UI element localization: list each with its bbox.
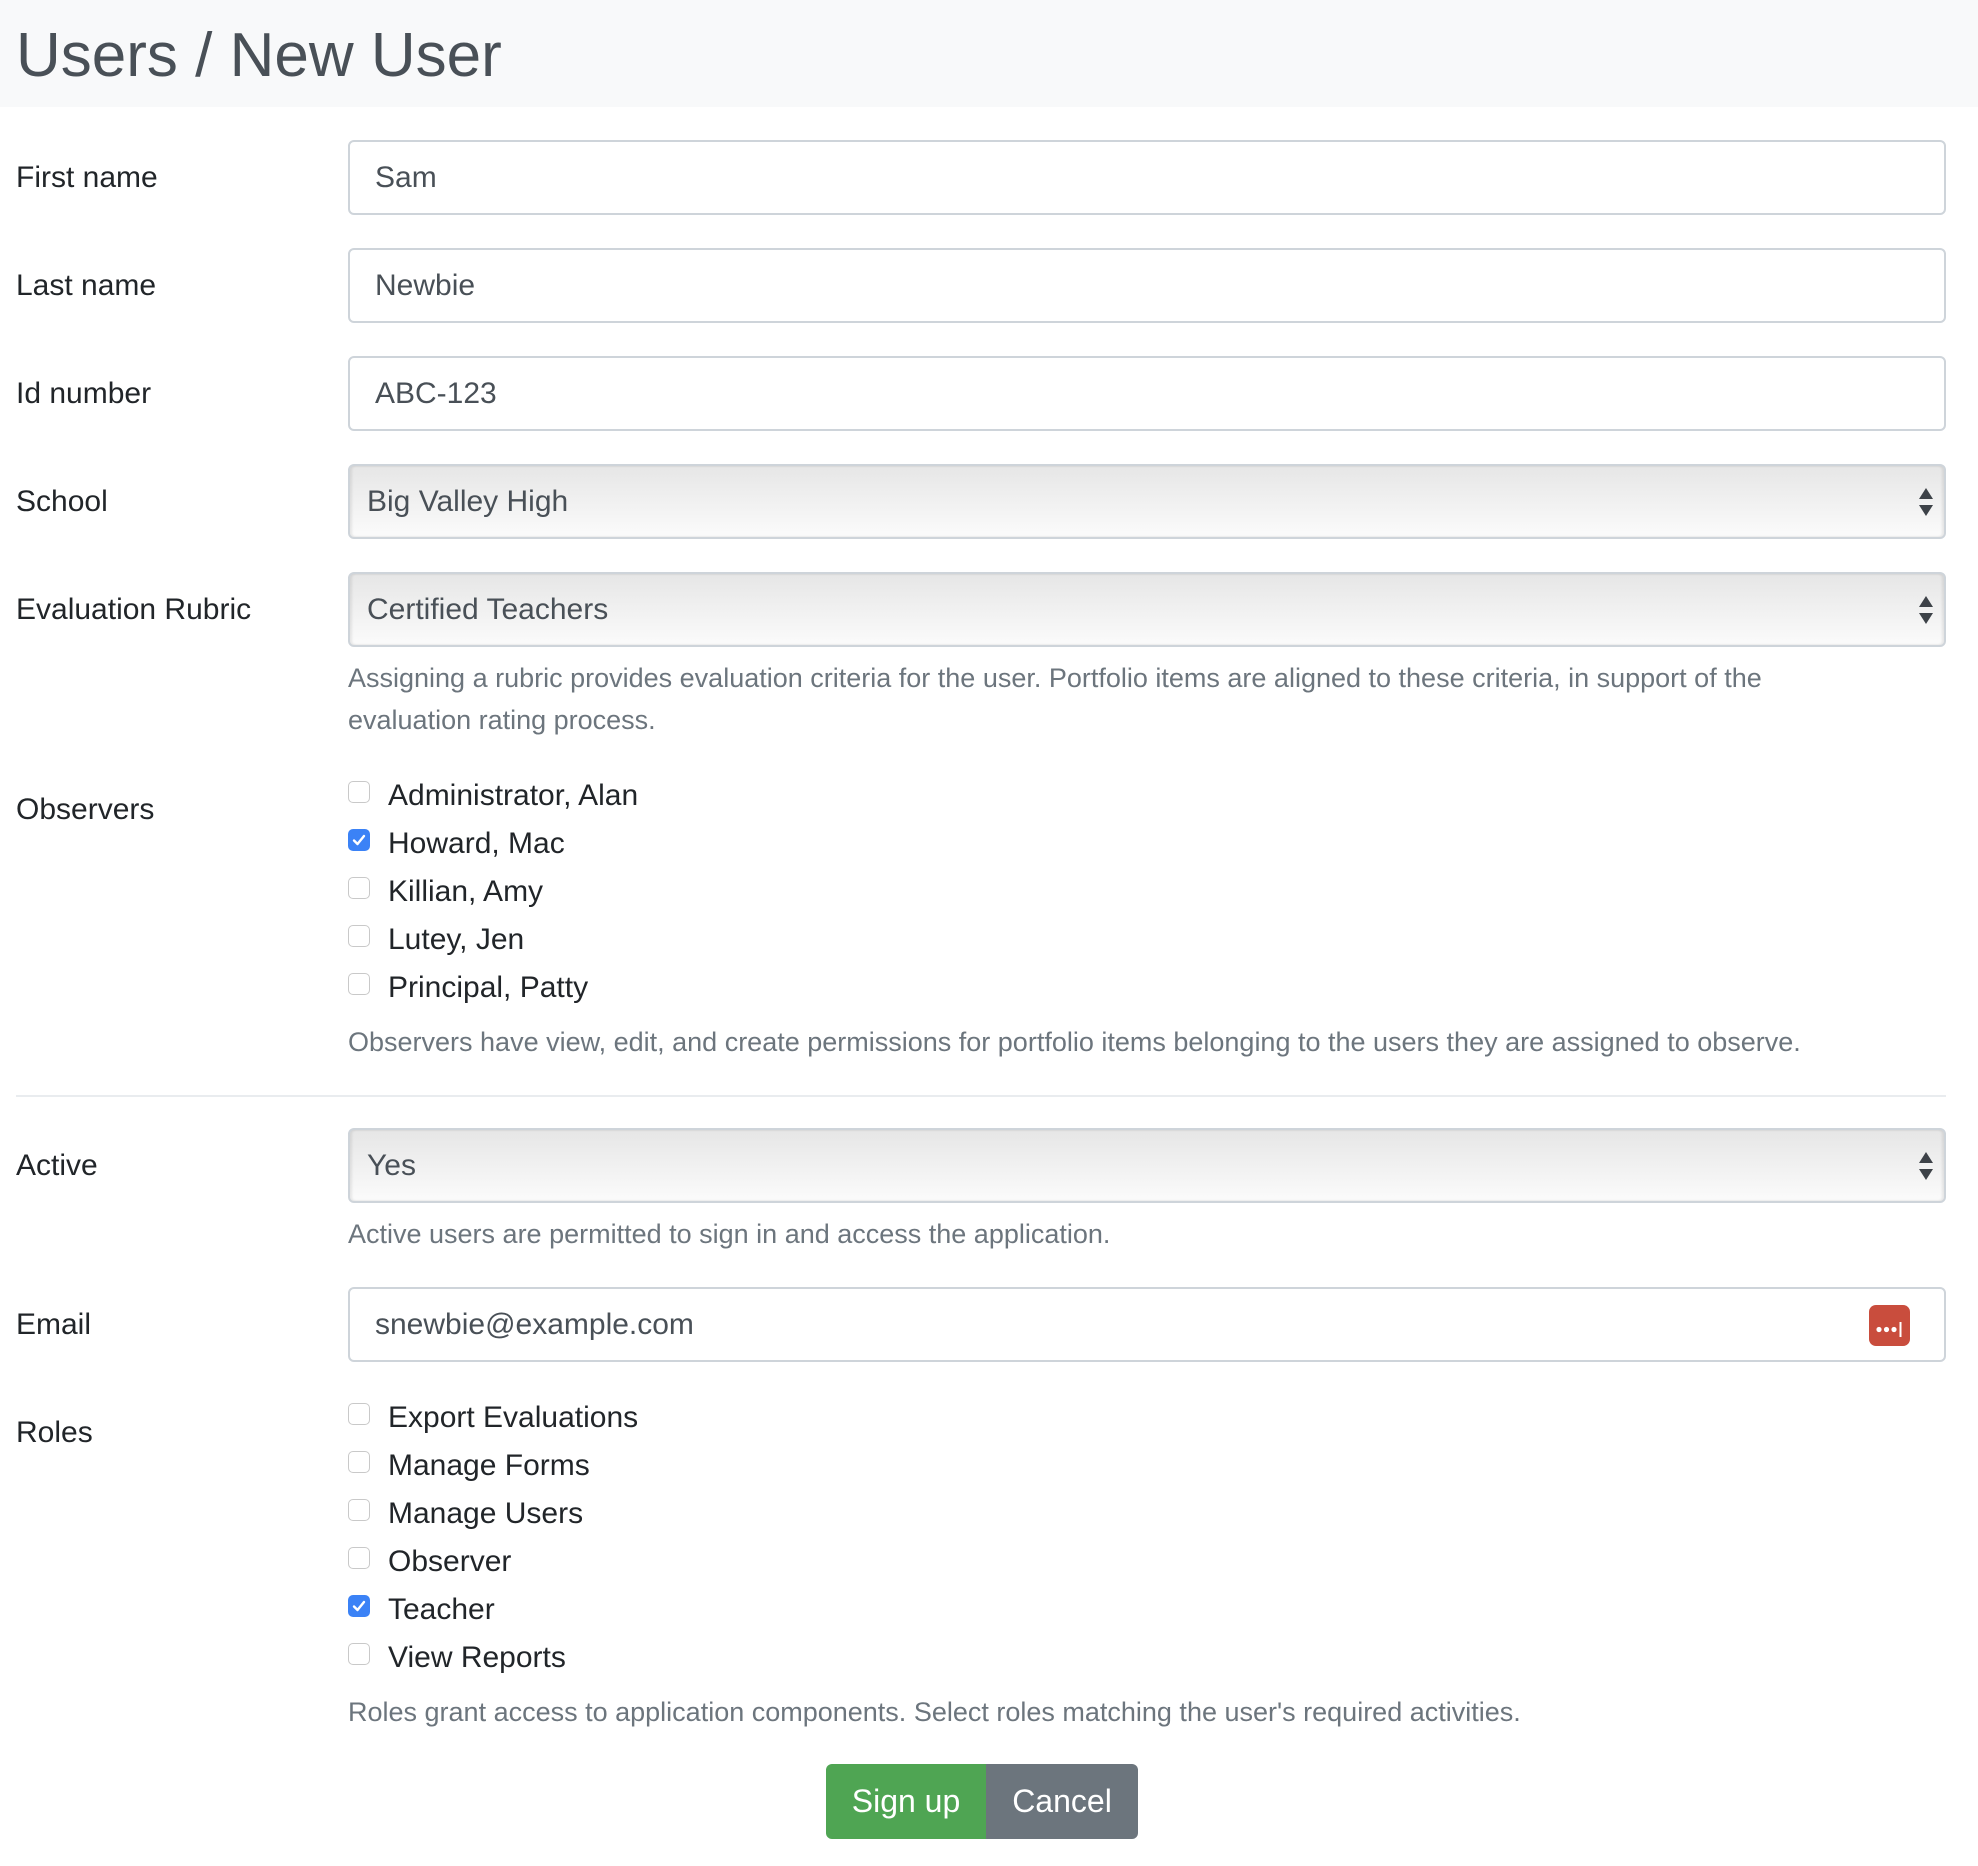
page-header: Users / New User bbox=[0, 0, 1978, 107]
rubric-hint-line1: Assigning a rubric provides evaluation c… bbox=[348, 663, 1762, 693]
observer-item[interactable]: Howard, Mac bbox=[348, 820, 565, 868]
sign-up-button[interactable]: Sign up bbox=[826, 1764, 986, 1839]
checkbox-unchecked[interactable] bbox=[348, 1451, 370, 1473]
observer-item[interactable]: Killian, Amy bbox=[348, 868, 543, 916]
active-selected-value: Yes bbox=[367, 1149, 416, 1182]
checkbox-unchecked[interactable] bbox=[348, 973, 370, 995]
school-selected-value: Big Valley High bbox=[367, 485, 569, 518]
role-item-label: Export Evaluations bbox=[388, 1401, 639, 1434]
active-hint: Active users are permitted to sign in an… bbox=[348, 1219, 1111, 1249]
email-label: Email bbox=[16, 1308, 92, 1341]
checkbox-unchecked[interactable] bbox=[348, 877, 370, 899]
checkmark-icon bbox=[352, 834, 366, 846]
cancel-button[interactable]: Cancel bbox=[986, 1764, 1138, 1839]
role-item-label: Manage Users bbox=[388, 1497, 584, 1530]
school-label: School bbox=[16, 485, 108, 518]
roles-hint: Roles grant access to application compon… bbox=[348, 1697, 1521, 1727]
observer-item[interactable]: Administrator, Alan bbox=[348, 772, 638, 820]
role-item[interactable]: Manage Forms bbox=[348, 1442, 590, 1490]
checkbox-checked[interactable] bbox=[348, 829, 370, 851]
school-select[interactable]: Big Valley High bbox=[348, 464, 1946, 539]
select-arrows-icon bbox=[1919, 488, 1933, 516]
role-item[interactable]: Teacher bbox=[348, 1586, 495, 1634]
checkmark-icon bbox=[352, 1600, 366, 1612]
checkbox-unchecked[interactable] bbox=[348, 925, 370, 947]
first-name-input[interactable]: Sam bbox=[348, 140, 1946, 215]
role-item[interactable]: View Reports bbox=[348, 1634, 566, 1682]
rubric-hint: Assigning a rubric provides evaluation c… bbox=[348, 657, 1948, 741]
observers-label: Observers bbox=[16, 793, 155, 826]
role-item[interactable]: Export Evaluations bbox=[348, 1394, 638, 1442]
evaluation-rubric-label: Evaluation Rubric bbox=[16, 593, 252, 626]
section-divider bbox=[16, 1095, 1946, 1097]
checkbox-unchecked[interactable] bbox=[348, 1499, 370, 1521]
observer-item[interactable]: Principal, Patty bbox=[348, 964, 588, 1012]
select-arrows-icon bbox=[1919, 596, 1933, 624]
observer-item-label: Administrator, Alan bbox=[388, 779, 639, 812]
checkbox-checked[interactable] bbox=[348, 1595, 370, 1617]
email-input[interactable]: snewbie@example.com bbox=[348, 1287, 1946, 1362]
observer-item-label: Howard, Mac bbox=[388, 827, 565, 860]
id-number-label: Id number bbox=[16, 377, 152, 410]
role-item[interactable]: Manage Users bbox=[348, 1490, 583, 1538]
last-name-input[interactable]: Newbie bbox=[348, 248, 1946, 323]
observers-hint: Observers have view, edit, and create pe… bbox=[348, 1027, 1801, 1057]
role-item-label: Observer bbox=[388, 1545, 512, 1578]
id-number-input[interactable]: ABC-123 bbox=[348, 356, 1946, 431]
active-select[interactable]: Yes bbox=[348, 1128, 1946, 1203]
role-item-label: Manage Forms bbox=[388, 1449, 590, 1482]
checkbox-unchecked[interactable] bbox=[348, 1403, 370, 1425]
checkbox-unchecked[interactable] bbox=[348, 1547, 370, 1569]
select-arrows-icon bbox=[1919, 1152, 1933, 1180]
roles-label: Roles bbox=[16, 1416, 93, 1449]
evaluation-rubric-selected-value: Certified Teachers bbox=[367, 593, 609, 626]
rubric-hint-line2: evaluation rating process. bbox=[348, 705, 656, 735]
observer-item-label: Lutey, Jen bbox=[388, 923, 525, 956]
role-item-label: View Reports bbox=[388, 1641, 566, 1674]
first-name-label: First name bbox=[16, 161, 158, 194]
page-title: Users / New User bbox=[16, 21, 502, 90]
observer-item-label: Killian, Amy bbox=[388, 875, 544, 908]
active-label: Active bbox=[16, 1149, 98, 1182]
password-manager-icon[interactable] bbox=[1869, 1305, 1910, 1346]
observer-item[interactable]: Lutey, Jen bbox=[348, 916, 524, 964]
observer-item-label: Principal, Patty bbox=[388, 971, 589, 1004]
role-item-label: Teacher bbox=[388, 1593, 495, 1626]
last-name-label: Last name bbox=[16, 269, 157, 302]
evaluation-rubric-select[interactable]: Certified Teachers bbox=[348, 572, 1946, 647]
checkbox-unchecked[interactable] bbox=[348, 1643, 370, 1665]
role-item[interactable]: Observer bbox=[348, 1538, 511, 1586]
checkbox-unchecked[interactable] bbox=[348, 781, 370, 803]
email-value: snewbie@example.com bbox=[375, 1308, 694, 1341]
